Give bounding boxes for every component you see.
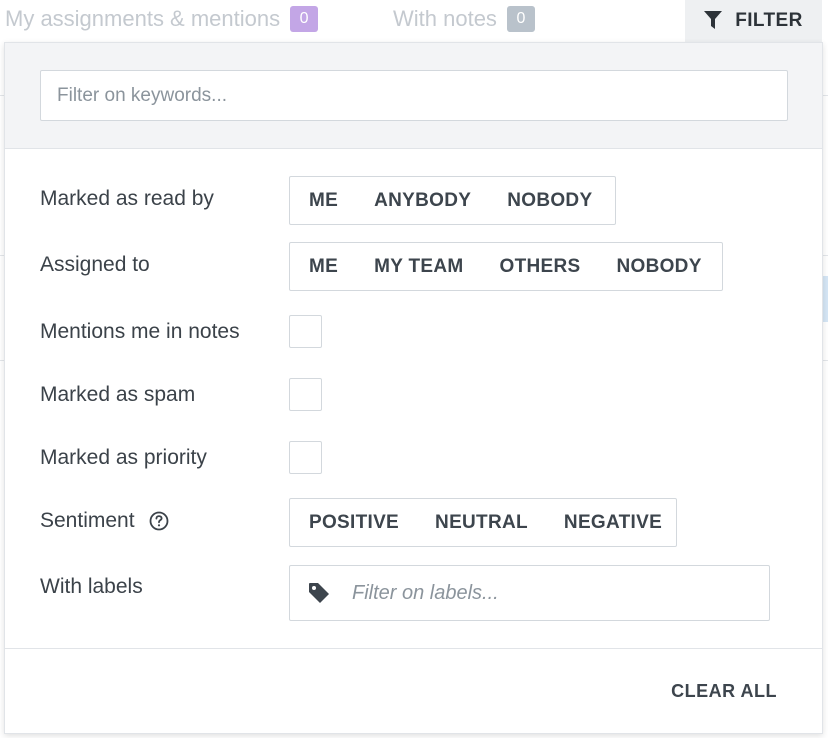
priority-checkbox[interactable]	[289, 441, 322, 474]
question-circle-icon[interactable]	[149, 511, 169, 531]
filter-panel: Marked as read by ME ANYBODY NOBODY Assi…	[4, 42, 823, 734]
labels-filter-field[interactable]	[289, 565, 770, 621]
sentiment-option-positive[interactable]: POSITIVE	[290, 499, 417, 546]
count-badge: 0	[506, 6, 535, 32]
keyword-filter-input[interactable]	[40, 70, 788, 121]
footer-divider	[5, 648, 822, 649]
tab-label: My assignments & mentions	[5, 6, 281, 31]
read-by-segmented-control: ME ANYBODY NOBODY	[289, 176, 616, 225]
assigned-to-label: Assigned to	[40, 253, 150, 276]
filter-button-label: FILTER	[735, 10, 803, 31]
tab-with-notes[interactable]: With notes 0	[393, 0, 535, 38]
assigned-option-me[interactable]: ME	[290, 243, 356, 290]
tab-assignments-mentions[interactable]: My assignments & mentions 0	[5, 0, 319, 38]
filter-panel-header	[5, 43, 822, 149]
labels-filter-input[interactable]	[352, 581, 732, 605]
sentiment-segmented-control: POSITIVE NEUTRAL NEGATIVE	[289, 498, 677, 547]
clear-all-button[interactable]: CLEAR ALL	[671, 681, 777, 702]
tab-label: With notes	[393, 6, 497, 31]
sentiment-label-row: Sentiment	[40, 509, 169, 533]
assigned-option-others[interactable]: OTHERS	[481, 243, 598, 290]
assigned-to-segmented-control: ME MY TEAM OTHERS NOBODY	[289, 242, 723, 291]
assigned-option-nobody[interactable]: NOBODY	[598, 243, 719, 290]
priority-label: Marked as priority	[40, 446, 207, 469]
spam-checkbox[interactable]	[289, 378, 322, 411]
read-by-option-nobody[interactable]: NOBODY	[489, 177, 610, 224]
top-bar: My assignments & mentions 0 With notes 0…	[0, 0, 828, 42]
count-badge: 0	[290, 6, 319, 32]
funnel-icon	[704, 11, 723, 29]
read-by-option-anybody[interactable]: ANYBODY	[356, 177, 489, 224]
sentiment-label: Sentiment	[40, 509, 135, 532]
read-by-label: Marked as read by	[40, 187, 214, 210]
sentiment-option-negative[interactable]: NEGATIVE	[546, 499, 680, 546]
read-by-option-me[interactable]: ME	[290, 177, 356, 224]
sentiment-option-neutral[interactable]: NEUTRAL	[417, 499, 546, 546]
tag-icon	[308, 582, 330, 604]
spam-label: Marked as spam	[40, 383, 196, 406]
assigned-option-my-team[interactable]: MY TEAM	[356, 243, 481, 290]
labels-label: With labels	[40, 575, 143, 598]
mentions-checkbox[interactable]	[289, 315, 322, 348]
mentions-label: Mentions me in notes	[40, 320, 240, 343]
filter-button[interactable]: FILTER	[685, 0, 822, 42]
